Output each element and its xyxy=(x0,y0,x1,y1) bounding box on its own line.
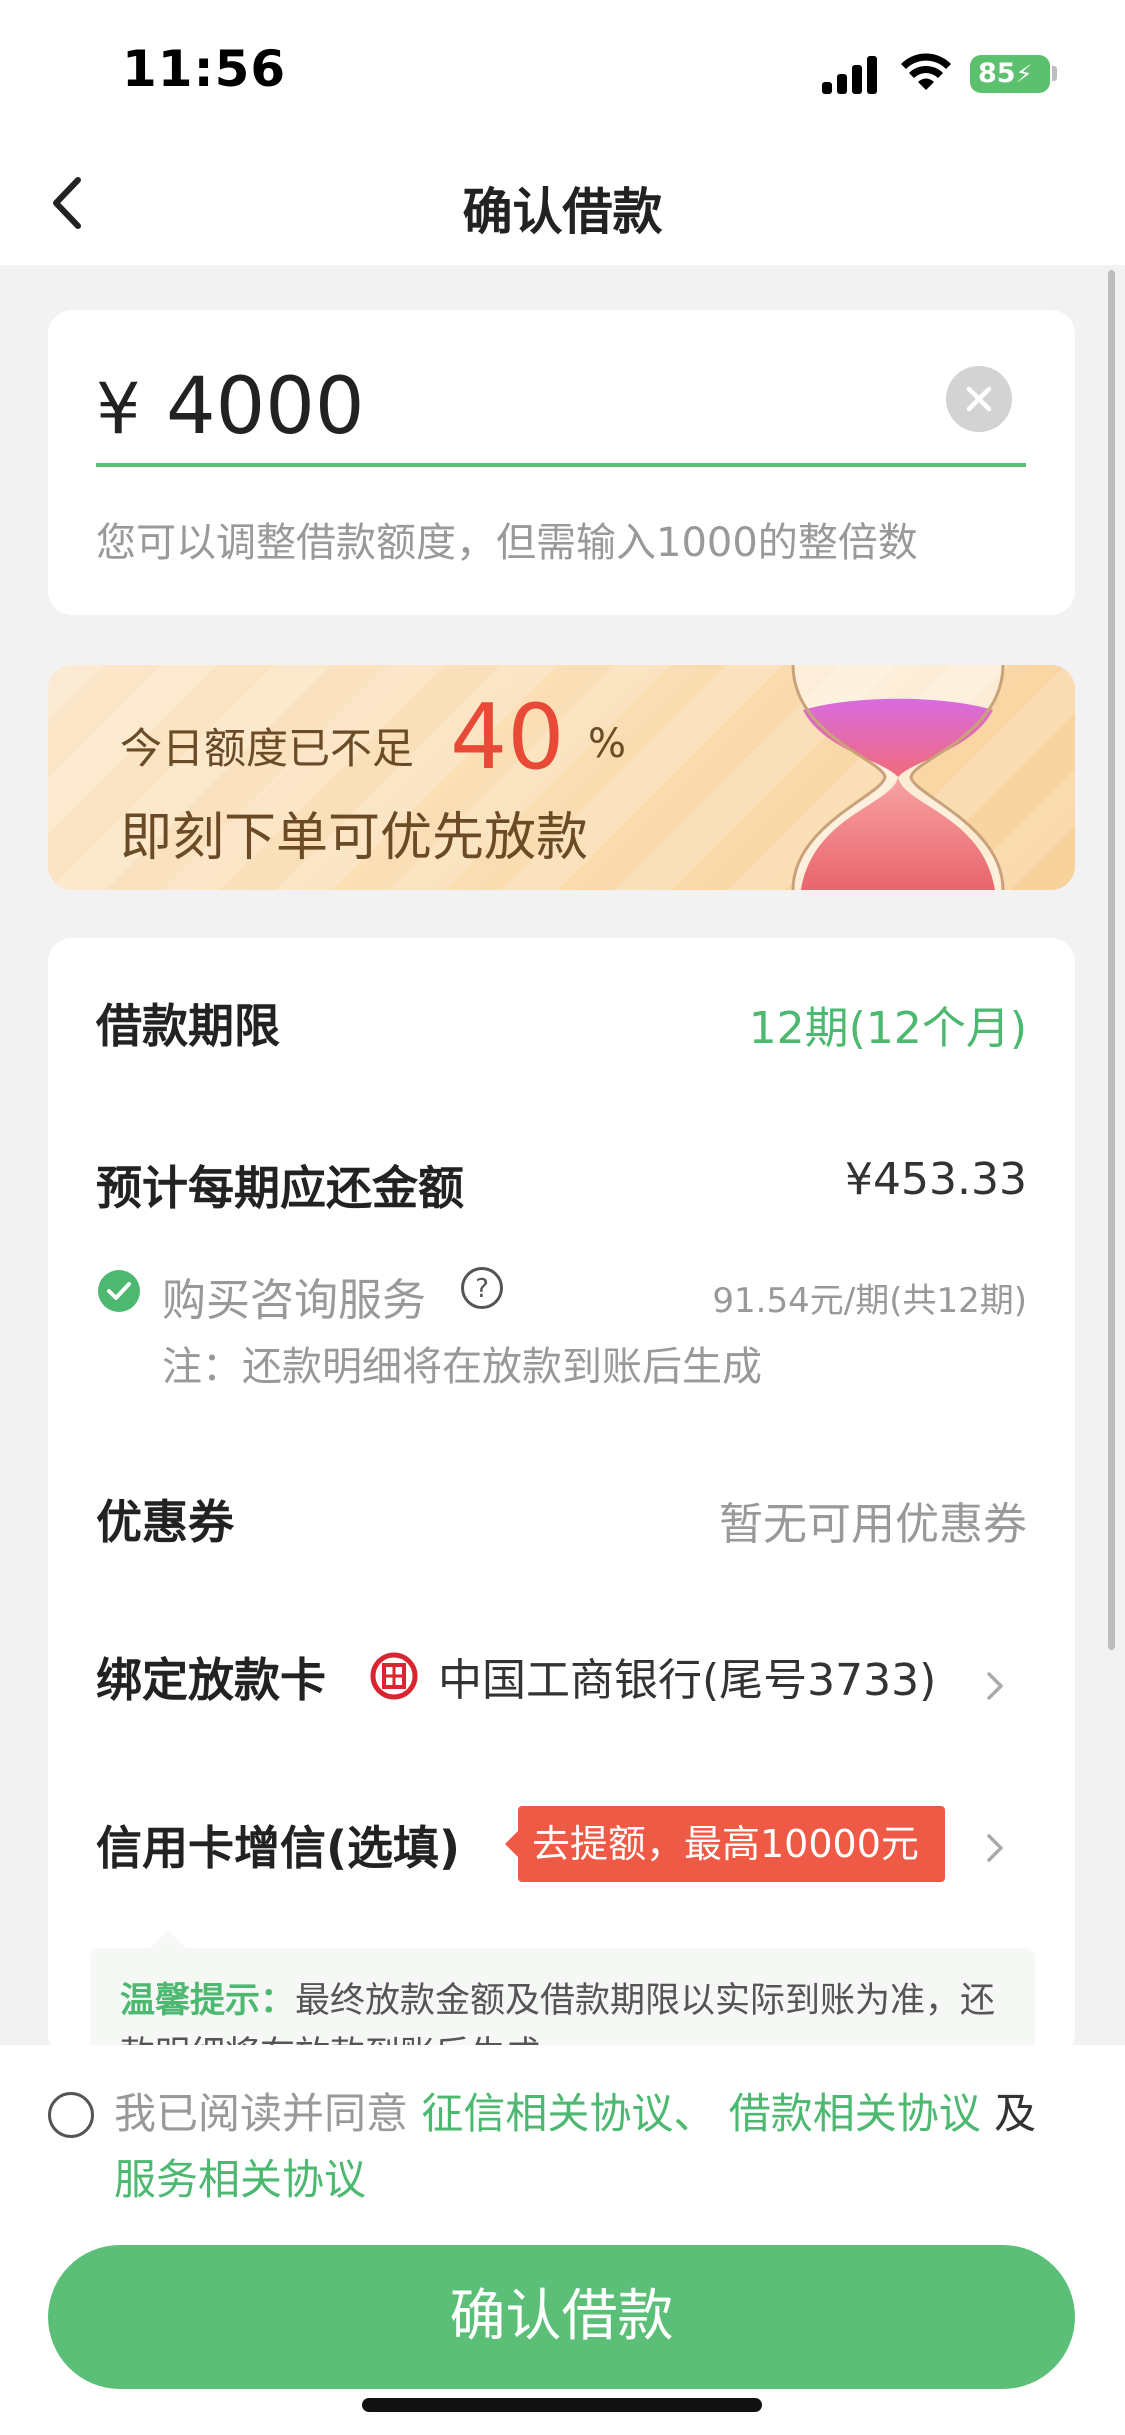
status-time: 11:56 xyxy=(122,40,287,98)
coupon-label: 优惠券 xyxy=(96,1495,234,1549)
promo-percent: 40 xyxy=(450,685,565,790)
promo-percent-sign: % xyxy=(588,721,627,767)
page-title: 确认借款 xyxy=(462,183,663,241)
signal-icon xyxy=(822,56,877,94)
amount-hint: 您可以调整借款额度，但需输入1000的整倍数 xyxy=(96,520,918,566)
agreement-and: 及 xyxy=(994,2089,1037,2138)
chevron-right-icon[interactable] xyxy=(983,1828,1007,1868)
battery-icon: 85⚡ xyxy=(970,55,1050,93)
credit-card-label: 信用卡增信(选填) xyxy=(96,1821,461,1875)
amount-input[interactable]: 4000 xyxy=(166,362,365,452)
loan-details-card: 借款期限 12期(12个月) 预计每期应还金额 ¥453.33 购买咨询服务 ?… xyxy=(48,938,1075,2078)
service-label: 购买咨询服务 xyxy=(162,1275,426,1326)
promo-banner[interactable]: 今日额度已不足 40 % 即刻下单可优先放款 xyxy=(48,665,1075,890)
clear-icon[interactable] xyxy=(946,366,1012,432)
agreement-text: 我已阅读并同意 征信相关协议、 借款相关协议 及 服务相关协议 xyxy=(114,2081,1084,2213)
agreement-prefix: 我已阅读并同意 xyxy=(114,2089,409,2138)
check-circle-icon[interactable] xyxy=(98,1270,140,1312)
payment-value: ¥453.33 xyxy=(845,1154,1027,1205)
coupon-value[interactable]: 暂无可用优惠券 xyxy=(719,1488,1027,1552)
service-agreement-link[interactable]: 服务相关协议 xyxy=(114,2155,366,2204)
wifi-icon xyxy=(901,53,951,90)
raise-limit-tag[interactable]: 去提额，最高10000元 xyxy=(505,1806,945,1882)
status-bar: 11:56 85⚡ xyxy=(0,0,1125,140)
credit-agreement-link[interactable]: 征信相关协议、 xyxy=(421,2089,715,2138)
currency-symbol: ¥ xyxy=(96,368,141,450)
home-indicator xyxy=(362,2398,762,2412)
bank-card-value[interactable]: 中国工商银行(尾号3733) xyxy=(438,1644,936,1708)
confirm-loan-button[interactable]: 确认借款 xyxy=(48,2245,1075,2389)
hourglass-icon xyxy=(791,665,1005,890)
battery-tip xyxy=(1052,66,1057,81)
agree-radio[interactable] xyxy=(48,2092,94,2138)
payment-label: 预计每期应还金额 xyxy=(96,1161,464,1215)
scrollbar[interactable] xyxy=(1108,270,1115,1650)
card-label: 绑定放款卡 xyxy=(96,1653,326,1707)
question-icon[interactable]: ? xyxy=(460,1266,504,1310)
service-price: 91.54元/期(共12期) xyxy=(712,1281,1027,1321)
promo-text-priority: 即刻下单可优先放款 xyxy=(120,808,589,868)
amount-card: ¥ 4000 您可以调整借款额度，但需输入1000的整倍数 xyxy=(48,310,1075,615)
bottom-action-sheet: 我已阅读并同意 征信相关协议、 借款相关协议 及 服务相关协议 确认借款 xyxy=(0,2045,1125,2435)
chevron-right-icon[interactable] xyxy=(983,1666,1007,1706)
loan-agreement-link[interactable]: 借款相关协议 xyxy=(729,2089,981,2138)
term-value[interactable]: 12期(12个月) xyxy=(749,992,1027,1056)
nav-bar: 确认借款 xyxy=(0,140,1125,265)
tip-label: 温馨提示： xyxy=(120,1981,296,2021)
term-label: 借款期限 xyxy=(96,999,280,1053)
service-note: 注：还款明细将在放款到账后生成 xyxy=(162,1344,762,1390)
amount-underline xyxy=(96,463,1026,467)
icbc-logo-icon xyxy=(370,1652,418,1700)
svg-text:?: ? xyxy=(475,1274,489,1304)
promo-text-quota: 今日额度已不足 xyxy=(120,724,415,773)
battery-level: 85 xyxy=(978,58,1016,89)
